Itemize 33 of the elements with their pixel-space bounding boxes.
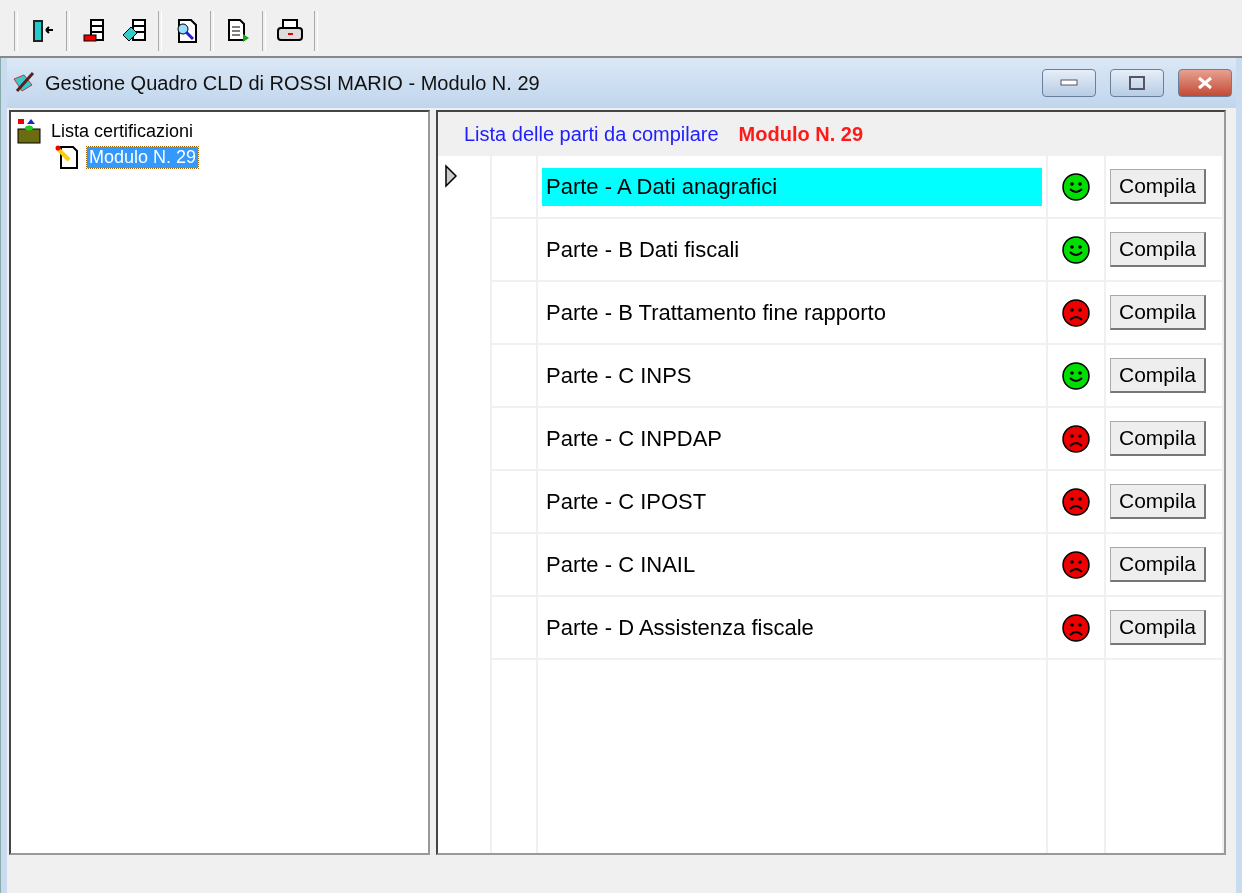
- compila-button[interactable]: Compila: [1110, 547, 1207, 582]
- window-title: Gestione Quadro CLD di ROSSI MARIO - Modulo N. 29: [45, 71, 541, 95]
- restore-button[interactable]: [1110, 69, 1164, 97]
- compila-button[interactable]: Compila: [1110, 358, 1207, 393]
- box-icon: [15, 117, 43, 145]
- minimize-icon: [1060, 79, 1078, 87]
- part-name: Parte - C INPS: [545, 361, 693, 390]
- app-icon: [11, 71, 35, 95]
- close-icon: [1196, 76, 1214, 90]
- compila-button[interactable]: Compila: [1110, 421, 1207, 456]
- part-name: Parte - B Trattamento fine rapporto: [545, 298, 887, 327]
- printer-icon: [276, 18, 304, 44]
- document-pencil-icon: [55, 144, 81, 170]
- compila-button[interactable]: Compila: [1110, 484, 1207, 519]
- list-icon: [81, 18, 107, 44]
- document-play-icon: [225, 18, 251, 44]
- tree-item[interactable]: Lista certificazioni: [49, 120, 196, 142]
- restore-icon: [1129, 76, 1145, 90]
- compila-button[interactable]: Compila: [1110, 610, 1207, 645]
- close-button[interactable]: [1178, 69, 1232, 97]
- compila-button[interactable]: Compila: [1110, 295, 1207, 330]
- minimize-button[interactable]: [1042, 69, 1096, 97]
- panel-heading: Lista delle parti da compilare: [464, 122, 719, 146]
- part-name: Parte - B Dati fiscali: [545, 235, 741, 264]
- compila-button[interactable]: Compila: [1110, 169, 1207, 204]
- part-name: Parte - C IPOST: [545, 487, 708, 516]
- part-name: Parte - C INPDAP: [545, 424, 724, 453]
- part-name: Parte - C INAIL: [545, 550, 697, 579]
- module-label: Modulo N. 29: [738, 122, 864, 146]
- part-name: Parte - D Assistenza fiscale: [545, 613, 815, 642]
- eraser-icon: [121, 18, 147, 44]
- part-name: Parte - A Dati anagrafici: [542, 167, 1042, 206]
- compila-button[interactable]: Compila: [1110, 232, 1207, 267]
